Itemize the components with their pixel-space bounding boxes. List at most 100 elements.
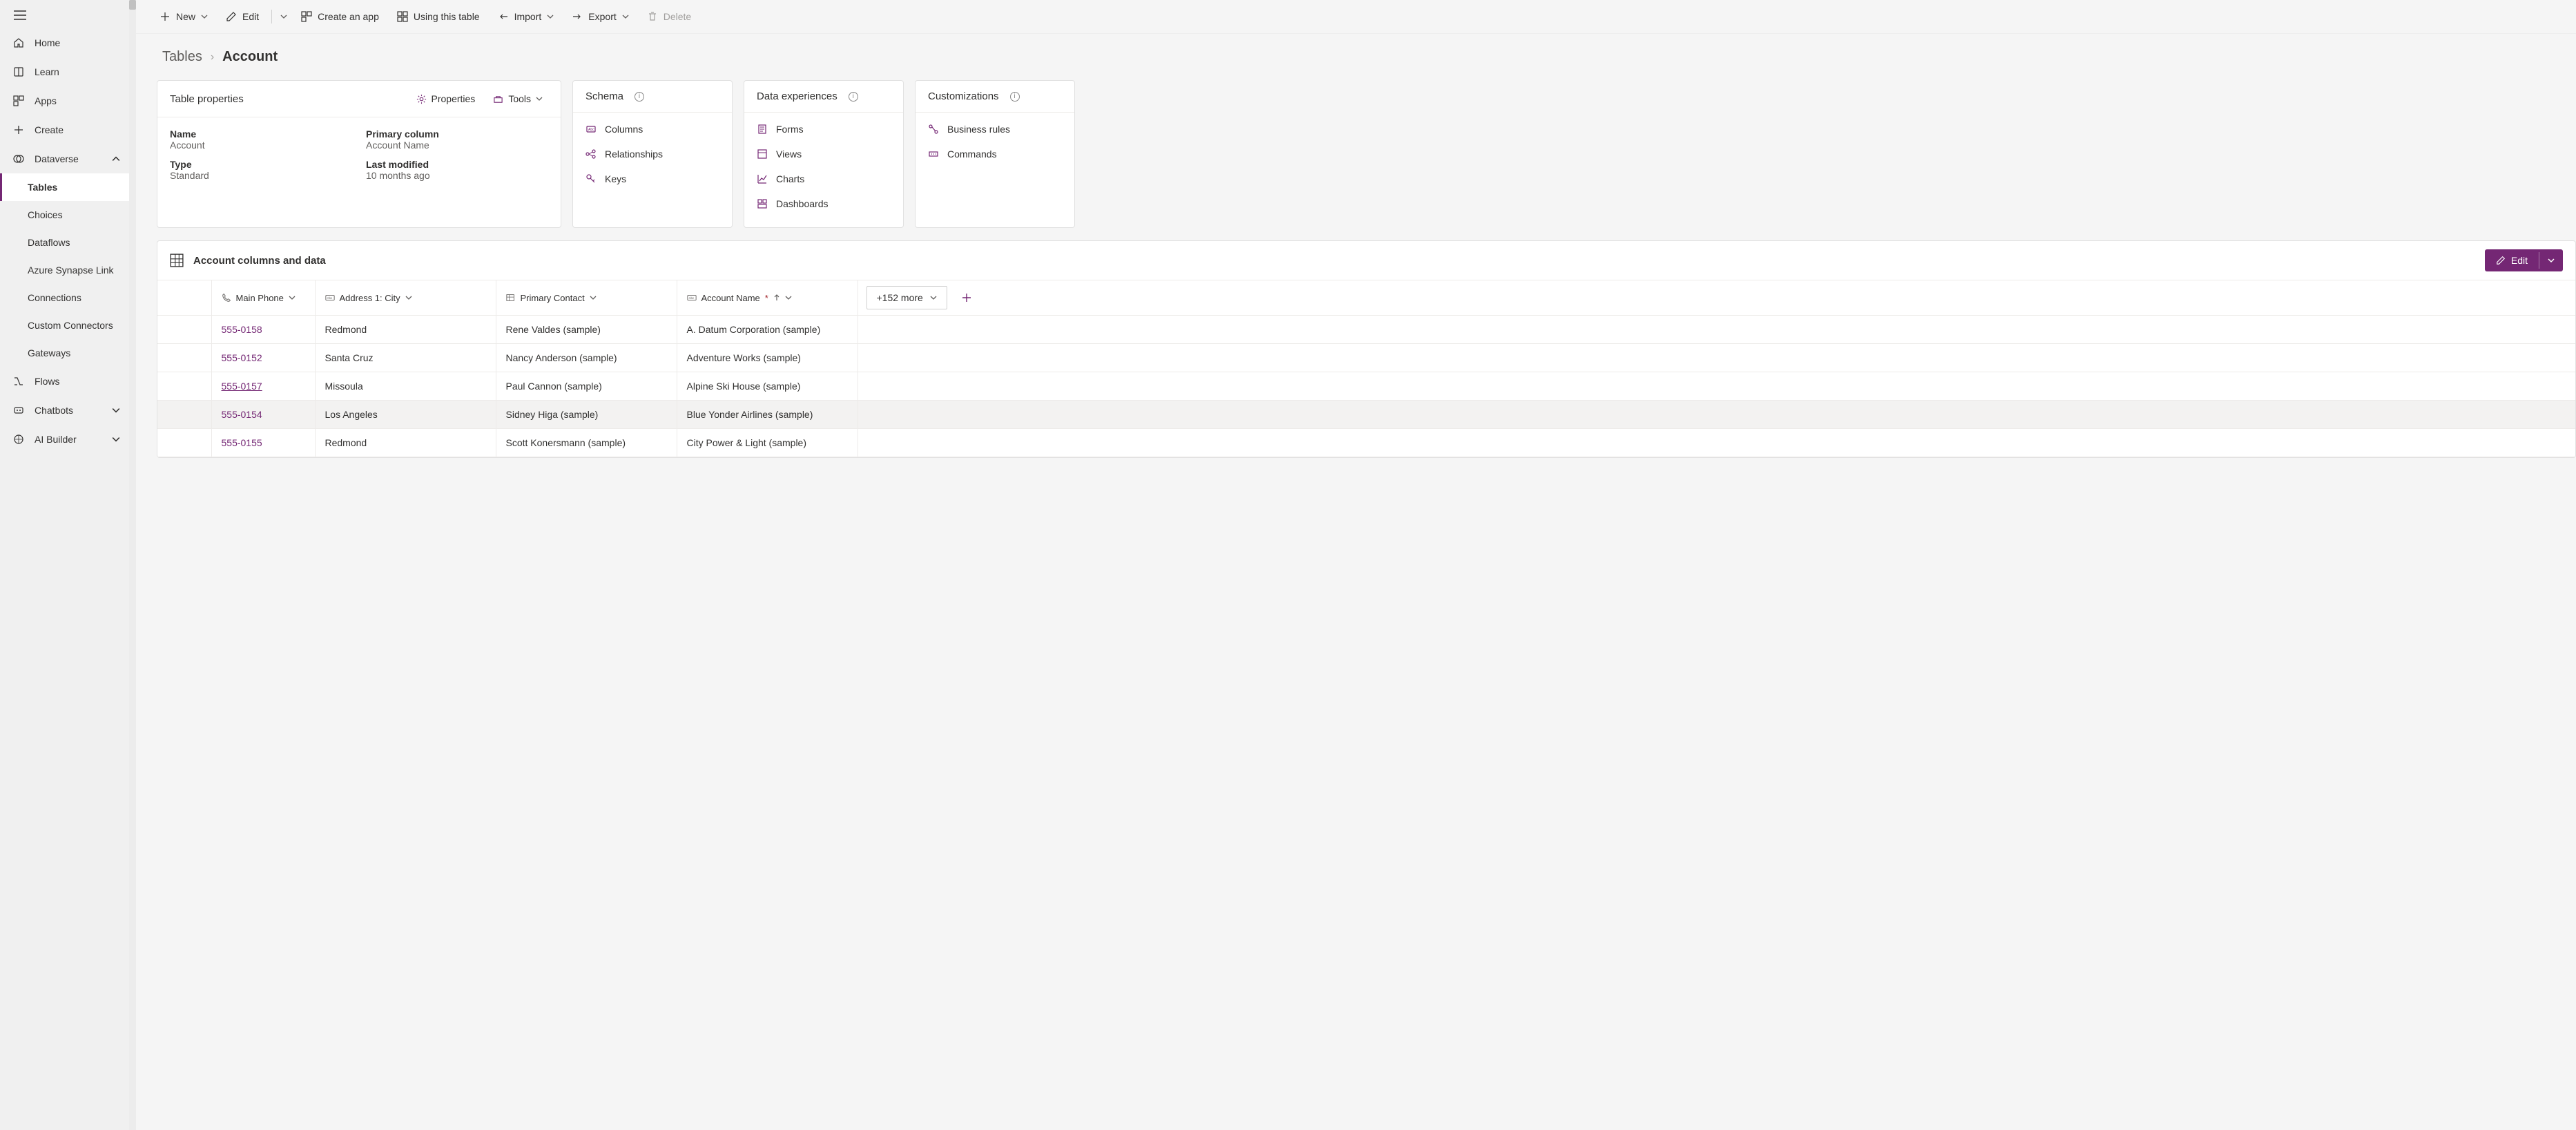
sidebar-scrollbar-thumb[interactable] [129, 0, 136, 10]
row-selector[interactable] [157, 372, 211, 401]
cmd-new[interactable]: New [153, 7, 215, 26]
phone-link[interactable]: 555-0155 [222, 437, 262, 448]
row-selector[interactable] [157, 316, 211, 344]
nav-ai-builder[interactable]: AI Builder [0, 425, 133, 454]
cmd-create-app[interactable]: Create an app [294, 7, 386, 26]
cell-city[interactable]: Redmond [315, 429, 496, 457]
cell-account[interactable]: Blue Yonder Airlines (sample) [677, 401, 858, 429]
nav-custom-connectors[interactable]: Custom Connectors [0, 312, 133, 339]
forms-link[interactable]: Forms [757, 124, 891, 135]
cell-account[interactable]: Adventure Works (sample) [677, 344, 858, 372]
properties-button[interactable]: Properties [411, 90, 481, 107]
schema-columns-link[interactable]: Abc Columns [585, 124, 719, 135]
nav-connections[interactable]: Connections [0, 284, 133, 312]
cmd-using-table[interactable]: Using this table [390, 7, 487, 26]
cell-contact[interactable]: Nancy Anderson (sample) [496, 344, 677, 372]
breadcrumb-parent[interactable]: Tables [162, 49, 202, 65]
nav-dataverse[interactable]: Dataverse [0, 144, 133, 173]
plus-icon [12, 124, 25, 136]
form-icon [757, 124, 768, 135]
nav-dataflows[interactable]: Dataflows [0, 229, 133, 256]
cell-phone[interactable]: 555-0157 [211, 372, 315, 401]
business-rules-link[interactable]: Business rules [928, 124, 1062, 135]
nav-choices[interactable]: Choices [0, 201, 133, 229]
cell-phone[interactable]: 555-0152 [211, 344, 315, 372]
views-icon [757, 149, 768, 160]
cell-contact[interactable]: Sidney Higa (sample) [496, 401, 677, 429]
cell-phone[interactable]: 555-0158 [211, 316, 315, 344]
nav-tables[interactable]: Tables [0, 173, 133, 201]
cmd-export[interactable]: Export [565, 7, 635, 26]
card-title: Schema [585, 90, 623, 102]
table-row[interactable]: 555-0158 RedmondRene Valdes (sample)A. Da… [157, 316, 2575, 344]
row-selector[interactable] [157, 401, 211, 429]
phone-link[interactable]: 555-0157 [222, 381, 262, 392]
dataverse-icon [12, 153, 25, 165]
table-row[interactable]: 555-0155 RedmondScott Konersmann (sample)… [157, 429, 2575, 457]
phone-link[interactable]: 555-0152 [222, 352, 262, 363]
info-icon[interactable]: i [635, 92, 644, 102]
cmd-import[interactable]: Import [491, 7, 561, 26]
edit-button-main[interactable]: Edit [2485, 249, 2539, 271]
cmd-label: Delete [664, 11, 691, 22]
views-link[interactable]: Views [757, 149, 891, 160]
data-section: Account columns and data Edit [157, 240, 2576, 458]
cell-account[interactable]: Alpine Ski House (sample) [677, 372, 858, 401]
phone-link[interactable]: 555-0158 [222, 324, 262, 335]
btn-label: Properties [432, 93, 476, 104]
cell-account[interactable]: City Power & Light (sample) [677, 429, 858, 457]
col-label: Main Phone [236, 293, 284, 303]
row-selector[interactable] [157, 429, 211, 457]
schema-card: Schema i Abc Columns Relationships [572, 80, 733, 228]
charts-link[interactable]: Charts [757, 173, 891, 184]
cell-city[interactable]: Redmond [315, 316, 496, 344]
col-account-name[interactable]: Abc Account Name * [677, 280, 858, 316]
link-label: Forms [776, 124, 804, 135]
cell-city[interactable]: Missoula [315, 372, 496, 401]
rules-icon [928, 124, 939, 135]
add-column-button[interactable] [957, 288, 976, 307]
hamburger-menu[interactable] [0, 0, 133, 28]
cell-contact[interactable]: Rene Valdes (sample) [496, 316, 677, 344]
nav-apps[interactable]: Apps [0, 86, 133, 115]
nav-chatbots[interactable]: Chatbots [0, 396, 133, 425]
cell-contact[interactable]: Scott Konersmann (sample) [496, 429, 677, 457]
row-selector-column[interactable] [157, 280, 211, 316]
nav-flows[interactable]: Flows [0, 367, 133, 396]
cell-contact[interactable]: Paul Cannon (sample) [496, 372, 677, 401]
nav-learn[interactable]: Learn [0, 57, 133, 86]
col-label: Primary Contact [521, 293, 585, 303]
row-selector[interactable] [157, 344, 211, 372]
cmd-edit[interactable]: Edit [219, 7, 266, 26]
link-label: Keys [605, 173, 626, 184]
schema-keys-link[interactable]: Keys [585, 173, 719, 184]
table-row[interactable]: 555-0154 Los AngelesSidney Higa (sample)B… [157, 401, 2575, 429]
col-main-phone[interactable]: Main Phone [211, 280, 315, 316]
dashboards-link[interactable]: Dashboards [757, 198, 891, 209]
more-columns-button[interactable]: +152 more [866, 286, 947, 309]
chevron-down-icon [930, 294, 937, 301]
cmd-edit-dropdown[interactable] [278, 9, 290, 24]
cell-city[interactable]: Santa Cruz [315, 344, 496, 372]
nav-home[interactable]: Home [0, 28, 133, 57]
cell-city[interactable]: Los Angeles [315, 401, 496, 429]
cell-account[interactable]: A. Datum Corporation (sample) [677, 316, 858, 344]
cell-phone[interactable]: 555-0155 [211, 429, 315, 457]
phone-link[interactable]: 555-0154 [222, 409, 262, 420]
schema-relationships-link[interactable]: Relationships [585, 149, 719, 160]
col-primary-contact[interactable]: Primary Contact [496, 280, 677, 316]
cell-phone[interactable]: 555-0154 [211, 401, 315, 429]
table-row[interactable]: 555-0152 Santa CruzNancy Anderson (sample… [157, 344, 2575, 372]
sidebar-scrollbar-track[interactable] [129, 0, 136, 1130]
tools-button[interactable]: Tools [487, 90, 548, 107]
commands-link[interactable]: Commands [928, 149, 1062, 160]
edit-button-dropdown[interactable] [2539, 251, 2563, 269]
info-icon[interactable]: i [1010, 92, 1020, 102]
col-city[interactable]: Abc Address 1: City [315, 280, 496, 316]
nav-gateways[interactable]: Gateways [0, 339, 133, 367]
nav-create[interactable]: Create [0, 115, 133, 144]
nav-synapse[interactable]: Azure Synapse Link [0, 256, 133, 284]
table-row[interactable]: 555-0157 MissoulaPaul Cannon (sample)Alpi… [157, 372, 2575, 401]
cmd-label: Using this table [414, 11, 480, 22]
info-icon[interactable]: i [849, 92, 858, 102]
